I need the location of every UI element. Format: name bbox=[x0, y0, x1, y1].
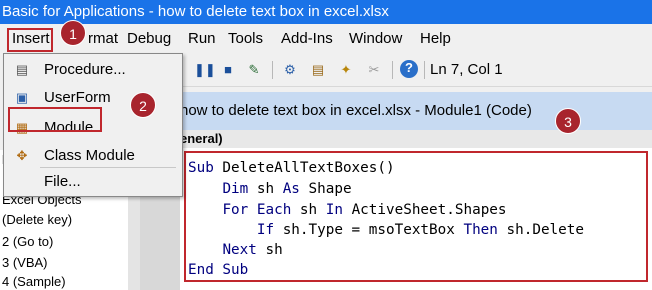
design-mode-icon[interactable]: ✎ bbox=[246, 62, 262, 78]
menu-run[interactable]: Run bbox=[188, 30, 216, 47]
menu-window[interactable]: Window bbox=[349, 30, 402, 47]
help-icon[interactable]: ? bbox=[400, 60, 418, 78]
procedure-icon: ▤ bbox=[15, 62, 29, 77]
properties-window-icon[interactable]: ▤ bbox=[310, 62, 326, 78]
insert-menu-highlight bbox=[7, 28, 53, 52]
step-badge-1: 1 bbox=[60, 20, 86, 46]
code-window-title: how to delete text box in excel.xlsx - M… bbox=[180, 92, 652, 130]
toolbox-icon[interactable]: ✂ bbox=[366, 62, 382, 78]
step-badge-2: 2 bbox=[130, 92, 156, 118]
menu-item-class-module[interactable]: ✥ Class Module bbox=[4, 142, 180, 170]
window-title: Basic for Applications - how to delete t… bbox=[2, 3, 389, 20]
menu-format[interactable]: rmat bbox=[88, 30, 118, 47]
menu-item-procedure[interactable]: ▤ Procedure... bbox=[4, 56, 180, 84]
toolbar-separator bbox=[424, 61, 425, 79]
code-window-title-text: how to delete text box in excel.xlsx - M… bbox=[180, 102, 532, 119]
menu-tools[interactable]: Tools bbox=[228, 30, 263, 47]
object-browser-icon[interactable]: ✦ bbox=[338, 62, 354, 78]
class-module-icon: ✥ bbox=[16, 148, 28, 163]
toolbar-separator bbox=[392, 61, 393, 79]
window-title-bar: Basic for Applications - how to delete t… bbox=[0, 0, 652, 24]
break-icon[interactable]: ❚❚ bbox=[194, 62, 216, 78]
userform-icon: ▣ bbox=[15, 90, 29, 105]
object-dropdown-value: eneral) bbox=[180, 131, 223, 146]
menu-help[interactable]: Help bbox=[420, 30, 451, 47]
menu-debug[interactable]: Debug bbox=[127, 30, 171, 47]
menu-item-file[interactable]: File... bbox=[4, 168, 180, 196]
code-highlight-box bbox=[184, 151, 648, 282]
step-badge-3: 3 bbox=[555, 108, 581, 134]
tree-item-sheet[interactable]: 2 (Go to) bbox=[2, 234, 53, 249]
toolbar: ❚❚ ■ ✎ ⚙ ▤ ✦ ✂ ? Ln 7, Col 1 bbox=[180, 54, 652, 87]
object-dropdown[interactable]: eneral) bbox=[180, 130, 652, 148]
menu-add-ins[interactable]: Add-Ins bbox=[281, 30, 333, 47]
project-explorer-icon[interactable]: ⚙ bbox=[282, 62, 298, 78]
toolbar-separator bbox=[272, 61, 273, 79]
module-highlight bbox=[8, 107, 102, 132]
cursor-position: Ln 7, Col 1 bbox=[430, 61, 503, 78]
tree-item-sheet[interactable]: 3 (VBA) bbox=[2, 255, 48, 270]
tree-item-sheet[interactable]: 4 (Sample) bbox=[2, 274, 66, 289]
reset-icon[interactable]: ■ bbox=[220, 62, 236, 78]
menu-bar: Insert rmat Debug Run Tools Add-Ins Wind… bbox=[0, 24, 652, 54]
tree-item-sheet[interactable]: (Delete key) bbox=[2, 212, 72, 227]
